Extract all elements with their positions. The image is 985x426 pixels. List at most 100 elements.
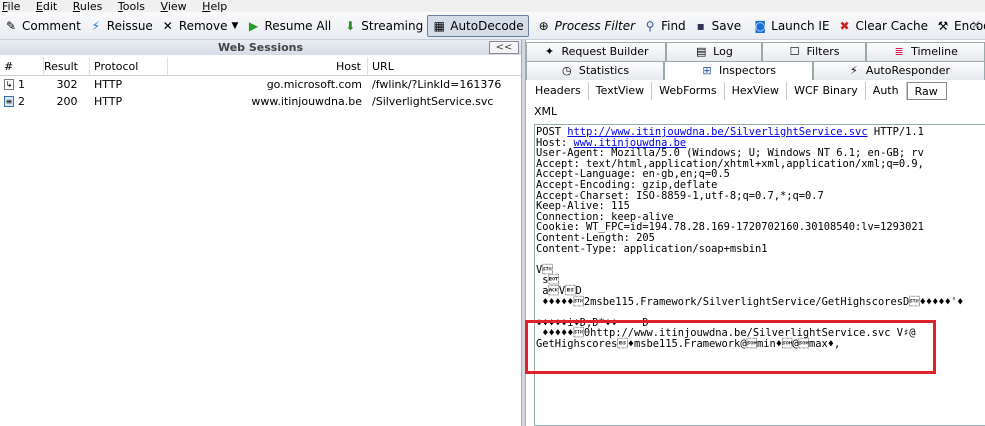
tab-timeline[interactable]: ≣ Timeline — [866, 42, 985, 61]
reissue-button[interactable]: ⚡ Reissue — [85, 15, 157, 37]
comment-icon: ✎ — [5, 18, 17, 33]
raw-request-text: POST http://www.itinjouwdna.be/Silverlig… — [536, 127, 963, 349]
play-icon: ▶ — [248, 18, 259, 33]
autodecode-button[interactable]: ▦ AutoDecode — [427, 14, 529, 37]
column-header-protocol[interactable]: Protocol — [90, 57, 168, 75]
menu-rules[interactable]: Rules — [73, 1, 103, 13]
subtab-auth[interactable]: Auth — [866, 82, 907, 100]
menu-tools[interactable]: Tools — [118, 1, 145, 13]
find-label: Find — [661, 18, 686, 33]
clear-cache-x-icon: ✖ — [839, 18, 850, 33]
clear-cache-label: Clear Cache — [855, 18, 929, 33]
request-protocol: HTTP/1.1 — [873, 126, 924, 138]
subtab-raw[interactable]: Raw — [906, 82, 947, 100]
menu-bar: File Edit Rules Tools View Help — [0, 0, 985, 12]
tab-label: Log — [713, 45, 733, 58]
raw-line: Content-Length: 205 — [536, 231, 655, 244]
tab-label: Statistics — [578, 64, 630, 77]
remove-label: Remove — [178, 18, 228, 33]
table-row[interactable]: ↳ 1 302 HTTP go.microsoft.com /fwlink/?Li… — [0, 76, 521, 93]
subtab-xml[interactable]: XML — [534, 104, 557, 119]
session-url: /SilverlightService.svc — [372, 95, 494, 108]
tab-label: Filters — [806, 45, 840, 58]
comment-button[interactable]: ✎ Comment — [0, 15, 85, 37]
subtab-headers[interactable]: Headers — [528, 82, 589, 100]
session-protocol: HTTP — [94, 95, 123, 108]
sessions-grid-header: # Result Protocol Host URL — [0, 57, 521, 76]
autodecode-label: AutoDecode — [450, 18, 524, 33]
remove-button[interactable]: ✕ Remove ▼ — [157, 15, 243, 37]
tab-row-1: ✦ Request Builder ▤ Log ☐ Filters ≣ Timeline — [526, 42, 985, 61]
launch-ie-button[interactable]: ◙ Launch IE — [749, 15, 833, 37]
process-filter-button[interactable]: ⊕ Process Filter — [533, 15, 639, 37]
toolbar-close-icon[interactable]: ✕ — [971, 18, 981, 32]
raw-line: ♦♦♦♦♦2msbe115.Framework/SilverlightServ… — [536, 295, 964, 308]
save-button[interactable]: ▪ Save — [690, 15, 745, 37]
subtab-webforms[interactable]: WebForms — [652, 82, 725, 100]
tab-label: Request Builder — [561, 45, 649, 58]
tab-request-builder[interactable]: ✦ Request Builder — [526, 42, 666, 61]
tab-autoresponder[interactable]: ⚡ AutoResponder — [813, 61, 985, 80]
tab-log[interactable]: ▤ Log — [666, 42, 762, 61]
find-button[interactable]: ⚲ Find — [639, 15, 690, 37]
save-label: Save — [711, 18, 742, 33]
down-arrow-icon: ⬇ — [345, 18, 356, 33]
raw-line — [536, 254, 963, 265]
autodecode-grid-icon: ▦ — [433, 18, 445, 33]
menu-help[interactable]: Help — [202, 1, 227, 13]
session-protocol: HTTP — [94, 78, 123, 91]
tab-label: Timeline — [911, 45, 958, 58]
web-sessions-title: Web Sessions — [217, 41, 304, 54]
wrench-icon: ⚒ — [937, 18, 949, 33]
inspector-subtabs: Headers TextView WebForms HexView WCF Bi… — [528, 82, 947, 100]
ie-icon: ◙ — [754, 18, 766, 33]
tab-statistics[interactable]: ◷ Statistics — [526, 61, 664, 80]
save-disk-icon: ▪ — [696, 18, 705, 33]
comment-label: Comment — [22, 18, 81, 33]
inspectors-icon: ⊞ — [702, 64, 712, 77]
raw-request-view[interactable]: POST http://www.itinjouwdna.be/Silverlig… — [534, 124, 985, 426]
menu-view[interactable]: View — [161, 1, 187, 13]
tab-row-2: ◷ Statistics ⊞ Inspectors ⚡ AutoResponder — [526, 61, 985, 80]
column-header-number[interactable]: # — [0, 57, 44, 75]
tab-label: AutoResponder — [865, 64, 951, 77]
tab-inspectors[interactable]: ⊞ Inspectors — [664, 61, 813, 80]
column-header-url[interactable]: URL — [368, 57, 521, 75]
session-number: 1 — [18, 78, 25, 91]
raw-line: aVD — [536, 284, 582, 297]
stopwatch-icon: ◷ — [562, 64, 572, 77]
column-header-host[interactable]: Host — [168, 57, 368, 75]
column-header-result[interactable]: Result — [44, 57, 90, 75]
reissue-label: Reissue — [106, 18, 153, 33]
tab-filters[interactable]: ☐ Filters — [762, 42, 866, 61]
collapse-button[interactable]: << — [489, 41, 519, 54]
raw-line: Accept-Encoding: gzip,deflate — [536, 178, 718, 191]
session-host: go.microsoft.com — [266, 78, 362, 91]
raw-line: s — [536, 274, 559, 287]
subtab-hexview[interactable]: HexView — [725, 82, 788, 100]
streaming-label: Streaming — [361, 18, 424, 33]
resume-all-button[interactable]: ▶ Resume All — [242, 15, 335, 37]
subtab-textview[interactable]: TextView — [589, 82, 653, 100]
clear-cache-button[interactable]: ✖ Clear Cache — [834, 15, 933, 37]
log-document-icon: ▤ — [695, 45, 707, 58]
session-result: 200 — [56, 95, 78, 108]
lightning-icon: ⚡ — [850, 64, 858, 77]
process-filter-label: Process Filter — [554, 18, 636, 33]
web-sessions-pane: Web Sessions << # Result Protocol Host U… — [0, 40, 521, 426]
binoculars-icon: ⚲ — [645, 18, 655, 33]
timeline-bars-icon: ≣ — [894, 45, 904, 58]
menu-edit[interactable]: Edit — [36, 1, 57, 13]
menu-file[interactable]: File — [2, 1, 20, 13]
reissue-icon: ⚡ — [91, 18, 101, 33]
tab-label: Inspectors — [718, 64, 777, 77]
document-icon: ≡ — [4, 96, 14, 107]
session-url: /fwlink/?LinkId=161376 — [372, 78, 502, 91]
subtab-wcf-binary[interactable]: WCF Binary — [787, 82, 866, 100]
streaming-button[interactable]: ⬇ Streaming — [339, 15, 427, 37]
session-result: 302 — [56, 78, 78, 91]
raw-line: Content-Type: application/soap+msbin1 — [536, 242, 768, 255]
table-row[interactable]: ≡ 2 200 HTTP www.itinjouwdna.be /Silverli… — [0, 93, 521, 110]
session-host: www.itinjouwdna.be — [251, 95, 362, 108]
session-number: 2 — [18, 95, 25, 108]
